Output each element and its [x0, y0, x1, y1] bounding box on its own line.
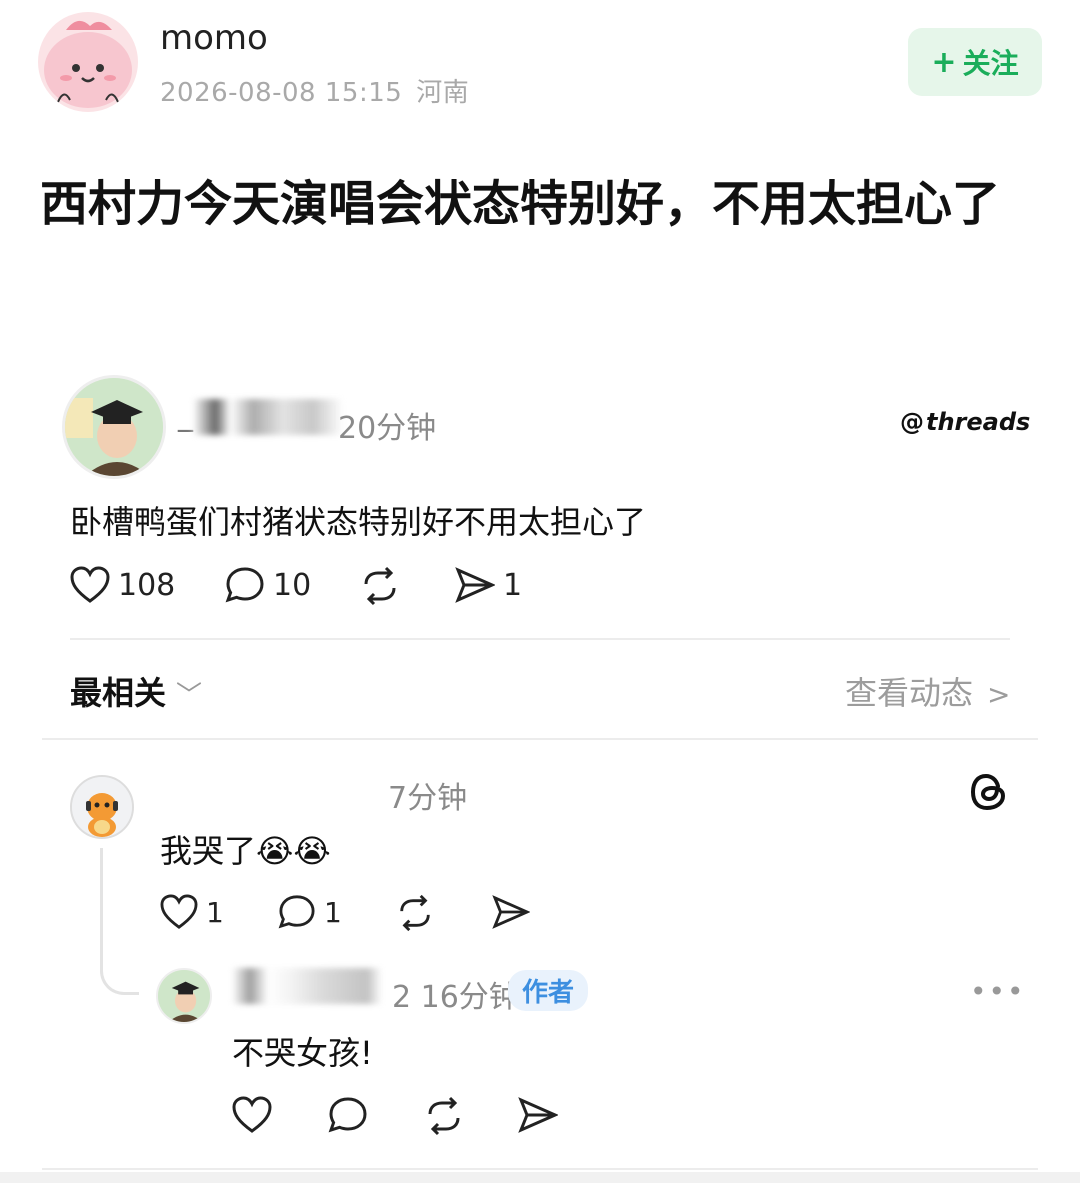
send-icon — [492, 895, 530, 929]
reply-share-action — [518, 1096, 558, 1134]
divider — [42, 1168, 1038, 1170]
like-count: 108 — [118, 567, 176, 603]
author-name[interactable]: momo — [160, 18, 268, 58]
commenter-avatar — [70, 775, 134, 839]
thread-text: 卧槽鸭蛋们村猪状态特别好不用太担心了 — [70, 503, 647, 541]
chevron-right-icon: > — [987, 678, 1011, 711]
more-options-icon: ••• — [970, 975, 1026, 1008]
graduate-photo-icon — [65, 378, 163, 476]
page-bottom-band — [0, 1172, 1080, 1183]
reply-time: 2 16分钟 — [392, 980, 519, 1015]
comment-share-action — [492, 894, 530, 930]
repost-icon — [428, 1096, 460, 1136]
comment-action: 10 — [225, 566, 311, 604]
thread-time: 20分钟 — [338, 411, 437, 446]
chevron-down-icon: ﹀ — [176, 681, 203, 711]
comment-reply-action: 1 — [278, 894, 342, 930]
reply-repost-action — [424, 1096, 464, 1136]
sort-dropdown: 最相关 ﹀ — [70, 668, 202, 714]
send-icon — [518, 1097, 558, 1133]
follow-label: 关注 — [962, 47, 1019, 80]
threads-icon — [970, 772, 1008, 812]
send-icon — [455, 567, 495, 603]
reply-author-avatar — [156, 968, 212, 1024]
reply-comment-action — [328, 1096, 368, 1134]
pink-creature-avatar-icon — [44, 20, 132, 108]
reply-text: 不哭女孩! — [232, 1034, 373, 1072]
sort-label: 最相关 — [70, 674, 167, 712]
heart-icon — [232, 1096, 272, 1133]
plus-icon: + — [931, 44, 957, 80]
follow-button[interactable]: + 关注 — [908, 28, 1042, 96]
comment-reply-count: 1 — [324, 895, 342, 929]
post-meta: 2026-08-08 15:15 河南 — [160, 72, 469, 109]
divider — [42, 738, 1038, 740]
charmander-avatar-icon — [72, 777, 132, 837]
reply-thread-line — [100, 848, 139, 995]
comment-repost-action — [396, 894, 434, 932]
post-date: 2026-08-08 15:15 — [160, 78, 403, 108]
threads-logo-icon — [970, 773, 1006, 811]
post-title: 西村力今天演唱会状态特别好，不用太担心了 — [40, 176, 1001, 232]
like-action: 108 — [70, 566, 175, 604]
comment-count: 10 — [273, 567, 312, 603]
share-count: 1 — [503, 567, 523, 603]
thread-author-avatar — [62, 375, 166, 479]
thread-username-text: _ — [178, 398, 193, 433]
comment-text: 我哭了😭😭 — [160, 832, 331, 870]
author-avatar[interactable] — [38, 12, 138, 112]
repost-icon — [364, 566, 396, 606]
graduate-photo-icon — [158, 970, 210, 1022]
divider — [70, 638, 1010, 640]
threads-icon: @ — [900, 408, 924, 436]
username-blur — [232, 968, 382, 1004]
username-blur — [193, 398, 343, 435]
heart-icon — [70, 566, 110, 603]
view-activity-label: 查看动态 — [845, 674, 974, 712]
repost-icon — [400, 894, 430, 932]
share-action: 1 — [455, 566, 522, 604]
thread-username: _ — [178, 398, 343, 435]
comment-time: 7分钟 — [388, 781, 468, 816]
comment-bubble-icon — [328, 1097, 367, 1133]
author-badge: 作者 — [508, 970, 589, 1011]
comment-like-action: 1 — [160, 894, 224, 930]
threads-brand-text: threads — [926, 408, 1031, 436]
reply-like-action — [232, 1096, 272, 1134]
post-location: 河南 — [416, 78, 470, 108]
repost-action — [360, 566, 400, 606]
comment-bubble-icon — [225, 567, 264, 603]
threads-brand-logo: @threads — [900, 408, 1030, 436]
embedded-screenshot — [42, 350, 1038, 1172]
heart-icon — [160, 894, 198, 929]
view-activity-link: 查看动态 > — [845, 668, 1010, 714]
comment-bubble-icon — [278, 895, 315, 929]
comment-like-count: 1 — [206, 895, 224, 929]
